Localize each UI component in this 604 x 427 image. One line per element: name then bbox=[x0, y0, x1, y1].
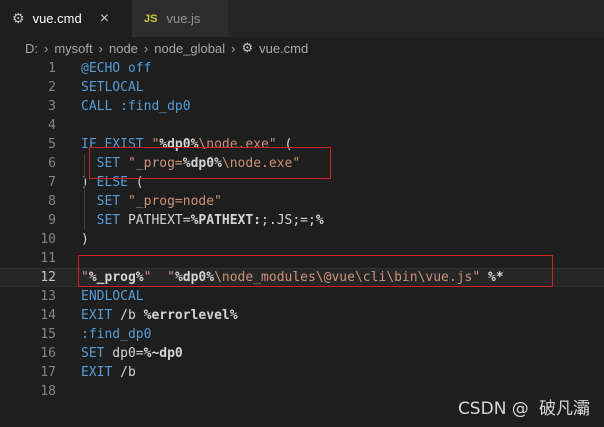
editor-window: ⚙ vue.cmd × JS vue.js D: › mysoft › node… bbox=[0, 0, 604, 427]
code-token: /b bbox=[112, 365, 136, 380]
chevron-right-icon: › bbox=[98, 40, 103, 56]
code-text: @ECHO off bbox=[81, 59, 151, 78]
code-token: ) bbox=[81, 232, 89, 247]
code-token: PATHEXT= bbox=[120, 213, 191, 228]
gear-icon: ⚙ bbox=[241, 40, 254, 55]
code-token: @ECHO off bbox=[81, 61, 152, 76]
line-number: 17 bbox=[40, 365, 56, 380]
highlight-box-line-12 bbox=[78, 255, 553, 287]
code-line[interactable]: 14 EXIT /b %errorlevel% bbox=[0, 306, 604, 325]
code-line[interactable]: 4 bbox=[0, 116, 604, 135]
code-token: %errorlevel% bbox=[143, 308, 238, 323]
code-token: SET bbox=[81, 346, 105, 361]
code-text: EXIT /b %errorlevel% bbox=[81, 306, 238, 325]
code-token: SETLOCAL bbox=[81, 80, 144, 95]
indent-guide bbox=[84, 154, 85, 230]
code-token: /b bbox=[112, 308, 144, 323]
code-token: dp0= bbox=[104, 346, 144, 361]
code-token: %PATHEXT: bbox=[190, 213, 262, 228]
code-token: SET bbox=[96, 194, 121, 209]
breadcrumb-item-node[interactable]: node bbox=[109, 41, 138, 56]
breadcrumb-item-drive[interactable]: D: bbox=[25, 41, 38, 56]
code-token: SET bbox=[96, 213, 121, 228]
code-token: "_prog=node" bbox=[127, 194, 222, 209]
code-line[interactable]: 3 CALL :find_dp0 bbox=[0, 97, 604, 116]
line-number: 9 bbox=[48, 213, 56, 228]
code-line[interactable]: 17 EXIT /b bbox=[0, 363, 604, 382]
tab-label: vue.js bbox=[166, 11, 201, 26]
line-number: 4 bbox=[48, 118, 56, 133]
code-line[interactable]: 10) bbox=[0, 230, 604, 249]
code-token: CALL bbox=[81, 99, 113, 114]
line-number: 14 bbox=[40, 308, 56, 323]
tab-vue-cmd[interactable]: ⚙ vue.cmd × bbox=[0, 0, 132, 37]
code-line[interactable]: 13 ENDLOCAL bbox=[0, 287, 604, 306]
tab-bar: ⚙ vue.cmd × JS vue.js bbox=[0, 0, 604, 37]
code-token: EXIT bbox=[81, 365, 113, 380]
line-number: 10 bbox=[40, 232, 56, 247]
code-line[interactable]: 8 SET "_prog=node" bbox=[0, 192, 604, 211]
line-number: 5 bbox=[48, 137, 56, 152]
breadcrumb-item-file[interactable]: vue.cmd bbox=[259, 41, 308, 56]
code-text: EXIT /b bbox=[81, 363, 136, 382]
code-text: ) bbox=[81, 230, 89, 249]
code-text: ENDLOCAL bbox=[81, 287, 144, 306]
line-number: 18 bbox=[40, 384, 56, 399]
line-number: 12 bbox=[40, 270, 56, 285]
code-text: SET dp0=%~dp0 bbox=[81, 344, 183, 363]
code-line[interactable]: 2 SETLOCAL bbox=[0, 78, 604, 97]
code-text: SET PATHEXT=%PATHEXT:;.JS;=;% bbox=[81, 211, 324, 230]
js-icon: JS bbox=[144, 12, 158, 25]
line-number: 3 bbox=[48, 99, 56, 114]
code-token: :find_dp0 bbox=[120, 99, 191, 114]
code-token: :find_dp0 bbox=[81, 327, 152, 342]
code-line[interactable]: 16 SET dp0=%~dp0 bbox=[0, 344, 604, 363]
gear-icon: ⚙ bbox=[12, 10, 25, 26]
code-token: ENDLOCAL bbox=[81, 289, 144, 304]
line-number: 1 bbox=[48, 61, 56, 76]
line-number: 2 bbox=[48, 80, 56, 95]
highlight-box-line-6 bbox=[89, 147, 331, 179]
line-number: 6 bbox=[48, 156, 56, 171]
code-line[interactable]: 1 @ECHO off bbox=[0, 59, 604, 78]
code-token: %~dp0 bbox=[143, 346, 183, 361]
code-line[interactable]: 15 :find_dp0 bbox=[0, 325, 604, 344]
chevron-right-icon: › bbox=[44, 40, 49, 56]
line-number: 16 bbox=[40, 346, 56, 361]
code-line[interactable]: 9 SET PATHEXT=%PATHEXT:;.JS;=;% bbox=[0, 211, 604, 230]
tab-vue-js[interactable]: JS vue.js bbox=[132, 0, 228, 37]
code-token: EXIT bbox=[81, 308, 113, 323]
code-text: :find_dp0 bbox=[81, 325, 151, 344]
code-editor[interactable]: 1 @ECHO off 2 SETLOCAL 3 CALL :find_dp0 4 5 IF E… bbox=[0, 59, 604, 427]
line-number: 8 bbox=[48, 194, 56, 209]
tab-label: vue.cmd bbox=[32, 11, 82, 26]
close-icon[interactable]: × bbox=[100, 10, 109, 28]
chevron-right-icon: › bbox=[143, 40, 149, 56]
code-token: % bbox=[315, 213, 324, 228]
code-text: SETLOCAL bbox=[81, 78, 144, 97]
chevron-right-icon: › bbox=[231, 40, 236, 56]
code-text: CALL :find_dp0 bbox=[81, 97, 191, 116]
line-number: 13 bbox=[40, 289, 56, 304]
breadcrumb-item-node-global[interactable]: node_global bbox=[154, 41, 225, 56]
code-text: SET "_prog=node" bbox=[81, 192, 222, 211]
watermark: CSDN @ 破凡灞 bbox=[457, 399, 590, 419]
code-token: ;.JS;=; bbox=[261, 213, 316, 228]
line-number: 11 bbox=[40, 251, 56, 266]
breadcrumb-item-mysoft[interactable]: mysoft bbox=[54, 41, 92, 56]
line-number: 15 bbox=[40, 327, 56, 342]
line-number: 7 bbox=[48, 175, 56, 190]
breadcrumb: D: › mysoft › node › node_global › ⚙ vue… bbox=[0, 37, 604, 59]
